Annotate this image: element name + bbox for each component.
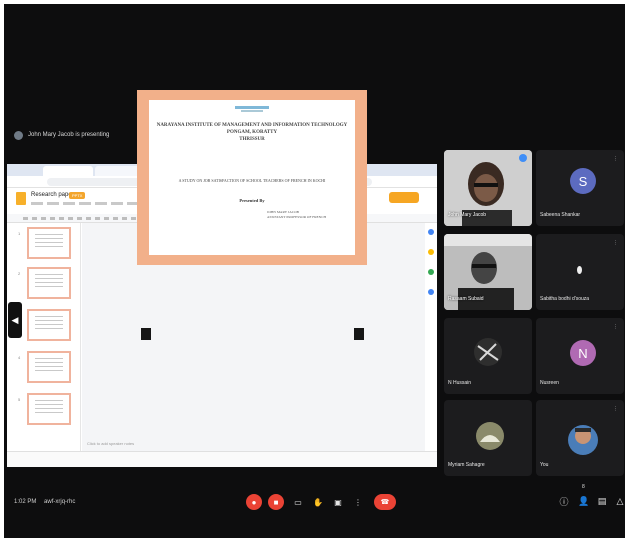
participant-name: N Hussain bbox=[448, 380, 472, 386]
present-button[interactable]: ▣ bbox=[330, 494, 346, 510]
slides-logo-icon bbox=[16, 192, 26, 205]
slide-thumbnail[interactable] bbox=[27, 393, 71, 425]
clock-time: 1:02 PM bbox=[14, 499, 37, 505]
meeting-info: 1:02 PM awf-xrjq-rhc bbox=[14, 499, 75, 505]
info-icon[interactable]: ⓘ bbox=[558, 495, 570, 507]
participant-name: Sabeena Shankar bbox=[540, 212, 581, 218]
tasks-icon[interactable] bbox=[428, 269, 434, 275]
calendar-icon[interactable] bbox=[428, 229, 434, 235]
speaking-icon bbox=[519, 154, 527, 162]
status-bar bbox=[7, 451, 437, 467]
author-block: JOHN MARY JACOB ASSISTANT PROFESSOR OF F… bbox=[267, 210, 327, 220]
meeting-window: John Mary Jacob is presenting Research p… bbox=[4, 4, 625, 538]
camera-off-button[interactable]: ■ bbox=[268, 494, 284, 510]
people-icon[interactable]: 👤 bbox=[578, 495, 590, 507]
side-panel bbox=[425, 223, 437, 451]
captions-button[interactable]: ▭ bbox=[290, 494, 306, 510]
more-options-button[interactable]: ⋮ bbox=[350, 494, 366, 510]
participant-tile[interactable]: ⋮ Sabitha bodhi d'souza bbox=[536, 234, 624, 310]
more-icon[interactable]: ⋮ bbox=[613, 324, 618, 330]
participant-tile[interactable]: ⋮ You bbox=[536, 400, 624, 476]
browser-tab[interactable] bbox=[43, 166, 93, 176]
slide-thumbnail[interactable] bbox=[27, 309, 71, 341]
participant-count: 8 bbox=[582, 484, 585, 490]
avatar: S bbox=[570, 168, 596, 194]
participant-name: You bbox=[540, 462, 549, 468]
mic-off-button[interactable]: ● bbox=[246, 494, 262, 510]
participant-name: Rasaam Subaid bbox=[448, 296, 484, 302]
slide-thumbnail[interactable] bbox=[27, 227, 71, 259]
presenter-avatar-icon bbox=[14, 130, 23, 140]
share-button[interactable] bbox=[389, 192, 419, 203]
institute-title: NARAYANA INSTITUTE OF MANAGEMENT AND INF… bbox=[156, 123, 348, 128]
hang-up-button[interactable]: ☎ bbox=[374, 494, 396, 510]
participant-name: Nusreen bbox=[540, 380, 559, 386]
thumb-number: 4 bbox=[18, 355, 21, 360]
participant-tile[interactable]: Rasaam Subaid bbox=[444, 234, 532, 310]
slide-handle[interactable] bbox=[141, 328, 151, 340]
participant-name: Myriam Sahagre bbox=[448, 462, 485, 468]
activities-icon[interactable]: △ bbox=[614, 495, 625, 507]
author-role: ASSISTANT PROFESSOR OF FRENCH bbox=[267, 215, 327, 219]
slide: NARAYANA INSTITUTE OF MANAGEMENT AND INF… bbox=[137, 90, 367, 265]
raise-hand-button[interactable]: ✋ bbox=[310, 494, 326, 510]
collapse-arrow-icon[interactable]: ◀ bbox=[8, 302, 22, 338]
address-line: THRISSUR bbox=[239, 137, 265, 142]
doc-title[interactable]: Research paper bbox=[31, 192, 74, 198]
presented-by: Presented By bbox=[239, 198, 265, 203]
participant-tile[interactable]: ⋮ S Sabeena Shankar bbox=[536, 150, 624, 226]
participant-name: Sabitha bodhi d'souza bbox=[540, 296, 590, 302]
address-line: PONGAM, KORATTY bbox=[226, 130, 278, 135]
slide-handle[interactable] bbox=[354, 328, 364, 340]
study-title: A STUDY ON JOB SATISFACTION OF SCHOOL TE… bbox=[178, 178, 326, 183]
thumb-number: 1 bbox=[18, 231, 21, 236]
participant-tile[interactable]: Myriam Sahagre bbox=[444, 400, 532, 476]
slide-thumbnail[interactable] bbox=[27, 351, 71, 383]
mic-off-icon bbox=[577, 266, 582, 274]
slide-thumbnail[interactable] bbox=[27, 267, 71, 299]
avatar: N bbox=[570, 340, 596, 366]
participant-tile[interactable]: N Hussain bbox=[444, 318, 532, 394]
contacts-icon[interactable] bbox=[428, 289, 434, 295]
speaker-notes[interactable]: Click to add speaker notes bbox=[87, 441, 134, 446]
meeting-code: awf-xrjq-rhc bbox=[44, 499, 76, 505]
more-icon[interactable]: ⋮ bbox=[613, 406, 618, 412]
chat-icon[interactable]: ▤ bbox=[596, 495, 608, 507]
thumb-number: 2 bbox=[18, 271, 21, 276]
institute-logo-icon bbox=[235, 106, 269, 114]
slide-content: NARAYANA INSTITUTE OF MANAGEMENT AND INF… bbox=[149, 100, 355, 255]
participant-tile[interactable]: John Mary Jacob bbox=[444, 150, 532, 226]
presenting-banner: John Mary Jacob is presenting bbox=[14, 128, 109, 142]
more-icon[interactable]: ⋮ bbox=[613, 156, 618, 162]
keep-icon[interactable] bbox=[428, 249, 434, 255]
more-icon[interactable]: ⋮ bbox=[613, 240, 618, 246]
institute-name: NARAYANA INSTITUTE OF MANAGEMENT AND INF… bbox=[153, 122, 351, 143]
participant-name: John Mary Jacob bbox=[448, 212, 487, 218]
thumb-number: 5 bbox=[18, 397, 21, 402]
presenting-text: John Mary Jacob is presenting bbox=[28, 132, 110, 138]
file-badge: PPTX bbox=[69, 192, 86, 199]
participant-tile[interactable]: ⋮ N Nusreen bbox=[536, 318, 624, 394]
participant-photo bbox=[568, 425, 598, 455]
